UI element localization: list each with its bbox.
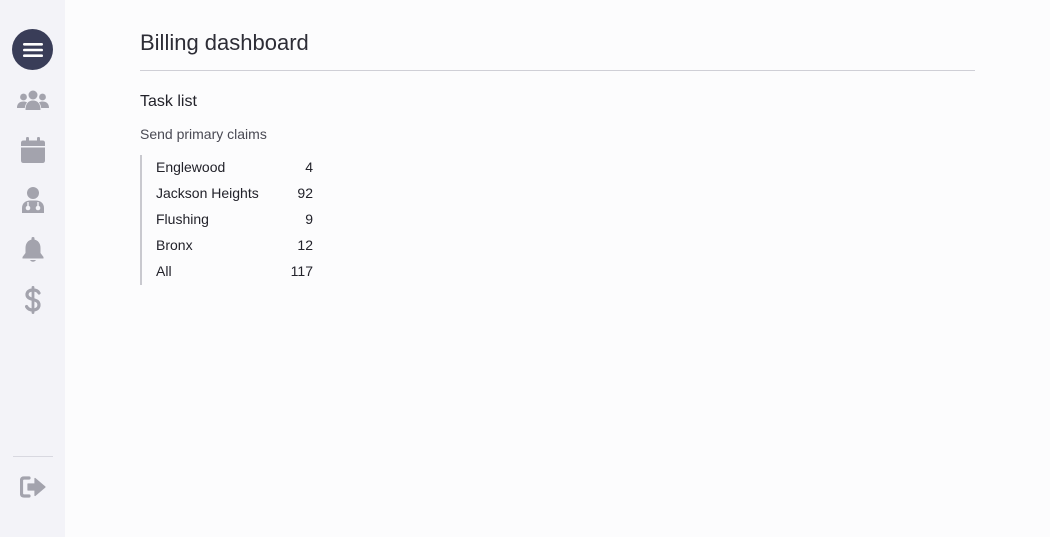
task-list: Englewood 4 Jackson Heights 92 Flushing … bbox=[140, 155, 313, 285]
task-count: 4 bbox=[305, 159, 313, 175]
task-location: Englewood bbox=[156, 159, 226, 175]
task-row-flushing[interactable]: Flushing 9 bbox=[156, 209, 313, 229]
task-row-englewood[interactable]: Englewood 4 bbox=[156, 157, 313, 177]
sign-out-icon bbox=[19, 475, 46, 498]
notifications-nav[interactable] bbox=[12, 229, 53, 270]
task-count: 9 bbox=[305, 211, 313, 227]
task-group-label: Send primary claims bbox=[140, 126, 267, 142]
task-count: 92 bbox=[297, 185, 313, 201]
task-row-jackson-heights[interactable]: Jackson Heights 92 bbox=[156, 183, 313, 203]
menu-button[interactable] bbox=[12, 29, 53, 70]
sidebar-divider bbox=[13, 456, 53, 457]
calendar-icon bbox=[20, 136, 45, 163]
task-location: All bbox=[156, 263, 172, 279]
task-location: Jackson Heights bbox=[156, 185, 259, 201]
billing-nav[interactable] bbox=[12, 279, 53, 320]
calendar-nav[interactable] bbox=[12, 129, 53, 170]
dollar-icon bbox=[24, 285, 41, 314]
hamburger-menu-icon bbox=[22, 42, 43, 57]
bell-icon bbox=[22, 236, 43, 262]
doctor-nav[interactable] bbox=[12, 179, 53, 220]
sidebar bbox=[0, 0, 65, 537]
title-divider bbox=[140, 70, 975, 71]
patients-nav[interactable] bbox=[12, 79, 53, 120]
users-group-icon bbox=[16, 90, 49, 110]
task-count: 117 bbox=[290, 263, 313, 279]
task-location: Bronx bbox=[156, 237, 193, 253]
task-row-bronx[interactable]: Bronx 12 bbox=[156, 235, 313, 255]
logout-nav[interactable] bbox=[12, 466, 53, 507]
task-row-all[interactable]: All 117 bbox=[156, 261, 313, 281]
page-title: Billing dashboard bbox=[140, 30, 309, 55]
task-location: Flushing bbox=[156, 211, 209, 227]
user-doctor-icon bbox=[21, 186, 44, 213]
task-count: 12 bbox=[297, 237, 313, 253]
app-window: Billing dashboard Task list Send primary… bbox=[0, 0, 1050, 537]
task-list-heading: Task list bbox=[140, 93, 197, 110]
